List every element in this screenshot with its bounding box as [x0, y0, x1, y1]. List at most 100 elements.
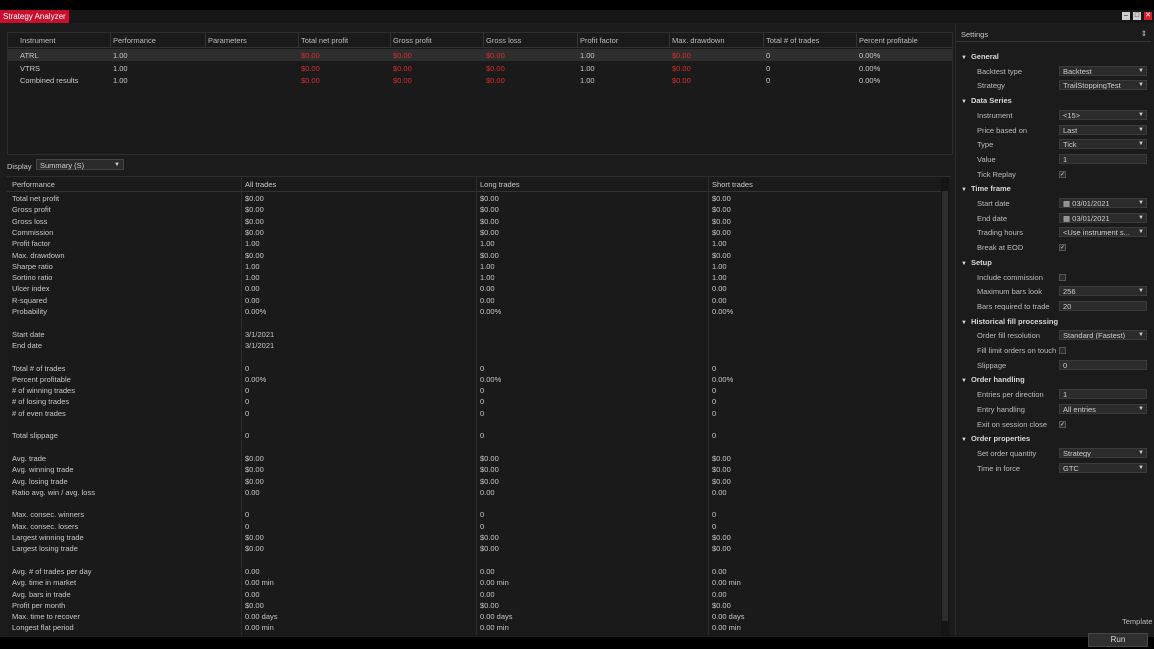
metric-value: 0	[480, 521, 485, 531]
property-checkbox[interactable]: ✓	[1059, 170, 1066, 178]
property-input[interactable]: 1	[1059, 153, 1147, 164]
column-header[interactable]: Profit factor	[580, 36, 618, 45]
collapse-arrow-icon[interactable]: ▼	[961, 378, 967, 384]
run-button[interactable]: Run	[1088, 633, 1148, 647]
instrument-cell: $0.00	[486, 76, 505, 85]
chevron-down-icon[interactable]: ▼	[1138, 331, 1144, 339]
metric-label: Avg. bars in trade	[12, 589, 71, 599]
instrument-row[interactable]: ATRL 1.00 $0.00 $0.00 $0.00 1.00 $0.00 0 0.00%	[8, 49, 952, 61]
collapse-arrow-icon[interactable]: ▼	[961, 320, 967, 326]
metric-value: 0	[712, 408, 717, 418]
settings-section-header[interactable]: ▼ Order properties	[961, 434, 1030, 443]
metric-value: 0	[245, 521, 250, 531]
scrollbar-thumb[interactable]	[942, 191, 948, 621]
column-header[interactable]: Max. drawdown	[672, 36, 725, 45]
column-header[interactable]: Percent profitable	[859, 36, 918, 45]
metric-value: 0.00	[712, 284, 727, 294]
maximize-icon[interactable]: □	[1133, 12, 1141, 20]
settings-section-header[interactable]: ▼ Order handling	[961, 375, 1025, 384]
settings-section-header[interactable]: ▼ General	[961, 52, 999, 61]
performance-row: R-squared 0.00 0.00 0.00	[7, 295, 941, 306]
column-header[interactable]: Gross loss	[486, 36, 521, 45]
chevron-down-icon[interactable]: ▼	[1138, 111, 1144, 119]
instrument-cell: $0.00	[301, 63, 320, 73]
performance-column-header[interactable]: Performance	[12, 180, 55, 189]
chevron-down-icon[interactable]: ▼	[1138, 67, 1144, 75]
chevron-down-icon[interactable]: ▼	[1138, 199, 1144, 207]
chevron-down-icon[interactable]: ▼	[1138, 464, 1144, 472]
chevron-down-icon[interactable]: ▼	[1138, 287, 1144, 295]
property-input[interactable]: 20	[1059, 300, 1147, 311]
section-title: Time frame	[970, 184, 1011, 194]
instrument-row[interactable]: VTRS 1.00 $0.00 $0.00 $0.00 1.00 $0.00 0 0.00%	[8, 62, 952, 74]
section-title: General	[970, 52, 999, 61]
settings-section-header[interactable]: ▼ Time frame	[961, 184, 1011, 193]
property-value: Tick	[1063, 140, 1077, 150]
property-select[interactable]: Tick ▼	[1059, 139, 1147, 150]
property-select[interactable]: ▦ 03/01/2021 ▼	[1059, 212, 1147, 223]
performance-row: Avg. trade $0.00 $0.00 $0.00	[7, 453, 941, 464]
collapse-arrow-icon[interactable]: ▼	[961, 187, 967, 193]
metric-value: 0	[480, 397, 485, 407]
collapse-arrow-icon[interactable]: ▼	[961, 99, 967, 105]
settings-section-header[interactable]: ▼ Data Series	[961, 96, 1012, 105]
column-header[interactable]: Instrument	[20, 36, 55, 45]
property-select[interactable]: TrailStoppingTest ▼	[1059, 80, 1147, 91]
metric-value: $0.00	[712, 227, 731, 237]
chevron-down-icon[interactable]: ▼	[1138, 126, 1144, 134]
property-select[interactable]: Last ▼	[1059, 124, 1147, 135]
instrument-row[interactable]: Combined results 1.00 $0.00 $0.00 $0.00 1.00 $…	[8, 74, 952, 86]
chevron-down-icon[interactable]: ▼	[1138, 228, 1144, 236]
performance-column-header[interactable]: All trades	[245, 180, 276, 189]
template-link[interactable]: Template	[1122, 617, 1152, 626]
calendar-icon[interactable]: ▦	[1063, 199, 1072, 207]
settings-section-header[interactable]: ▼ Historical fill processing	[961, 317, 1058, 326]
property-select[interactable]: GTC ▼	[1059, 462, 1147, 473]
column-header[interactable]: Performance	[113, 36, 156, 45]
chevron-down-icon[interactable]: ▼	[1138, 214, 1144, 222]
property-input[interactable]: 0	[1059, 359, 1147, 370]
minimize-icon[interactable]: –	[1122, 12, 1130, 20]
property-select[interactable]: Strategy ▼	[1059, 447, 1147, 458]
performance-column-header[interactable]: Short trades	[712, 180, 753, 189]
property-select[interactable]: All entries ▼	[1059, 403, 1147, 414]
column-header[interactable]: Gross profit	[393, 36, 432, 45]
property-select[interactable]: 256 ▼	[1059, 286, 1147, 297]
section-title: Data Series	[970, 96, 1012, 106]
vertical-scrollbar[interactable]	[941, 177, 949, 636]
metric-value: 0	[245, 431, 250, 441]
property-checkbox[interactable]	[1059, 347, 1066, 354]
metric-label: Max. consec. winners	[12, 510, 85, 520]
property-select[interactable]: Standard (Fastest) ▼	[1059, 330, 1147, 341]
column-header[interactable]: Total # of trades	[766, 36, 819, 45]
performance-column-header[interactable]: Long trades	[480, 180, 520, 189]
property-select[interactable]: <Use instrument s... ▼	[1059, 227, 1147, 238]
performance-row: Max. drawdown $0.00 $0.00 $0.00	[7, 250, 941, 261]
chevron-down-icon[interactable]: ▼	[1138, 81, 1144, 89]
property-select[interactable]: <15> ▼	[1059, 109, 1147, 120]
display-select[interactable]: Summary (S) ▼	[36, 159, 124, 170]
collapse-arrow-icon[interactable]: ▼	[961, 437, 967, 443]
property-checkbox[interactable]: ✓	[1059, 244, 1066, 252]
instrument-cell: VTRS	[20, 63, 41, 73]
column-header[interactable]: Parameters	[208, 36, 247, 45]
chevron-down-icon[interactable]: ▼	[1138, 449, 1144, 457]
property-input[interactable]: 1	[1059, 389, 1147, 400]
chevron-down-icon[interactable]: ▼	[1138, 140, 1144, 148]
calendar-icon[interactable]: ▦	[1063, 214, 1072, 222]
sort-icon[interactable]: ⇕	[1141, 29, 1147, 38]
property-checkbox[interactable]: ✓	[1059, 420, 1066, 428]
property-checkbox[interactable]	[1059, 273, 1066, 281]
collapse-arrow-icon[interactable]: ▼	[961, 261, 967, 267]
settings-section-header[interactable]: ▼ Setup	[961, 258, 992, 267]
property-select[interactable]: Backtest ▼	[1059, 65, 1147, 76]
collapse-arrow-icon[interactable]: ▼	[961, 55, 967, 61]
property-select[interactable]: ▦ 03/01/2021 ▼	[1059, 198, 1147, 208]
metric-value: $0.00	[245, 453, 264, 463]
column-header[interactable]: Total net profit	[301, 36, 348, 45]
close-icon[interactable]: ✕	[1144, 12, 1152, 20]
property-label: Order fill resolution	[977, 331, 1040, 341]
property-label: Time in force	[977, 463, 1021, 473]
metric-label: Gross profit	[12, 205, 51, 215]
chevron-down-icon[interactable]: ▼	[1138, 405, 1144, 413]
